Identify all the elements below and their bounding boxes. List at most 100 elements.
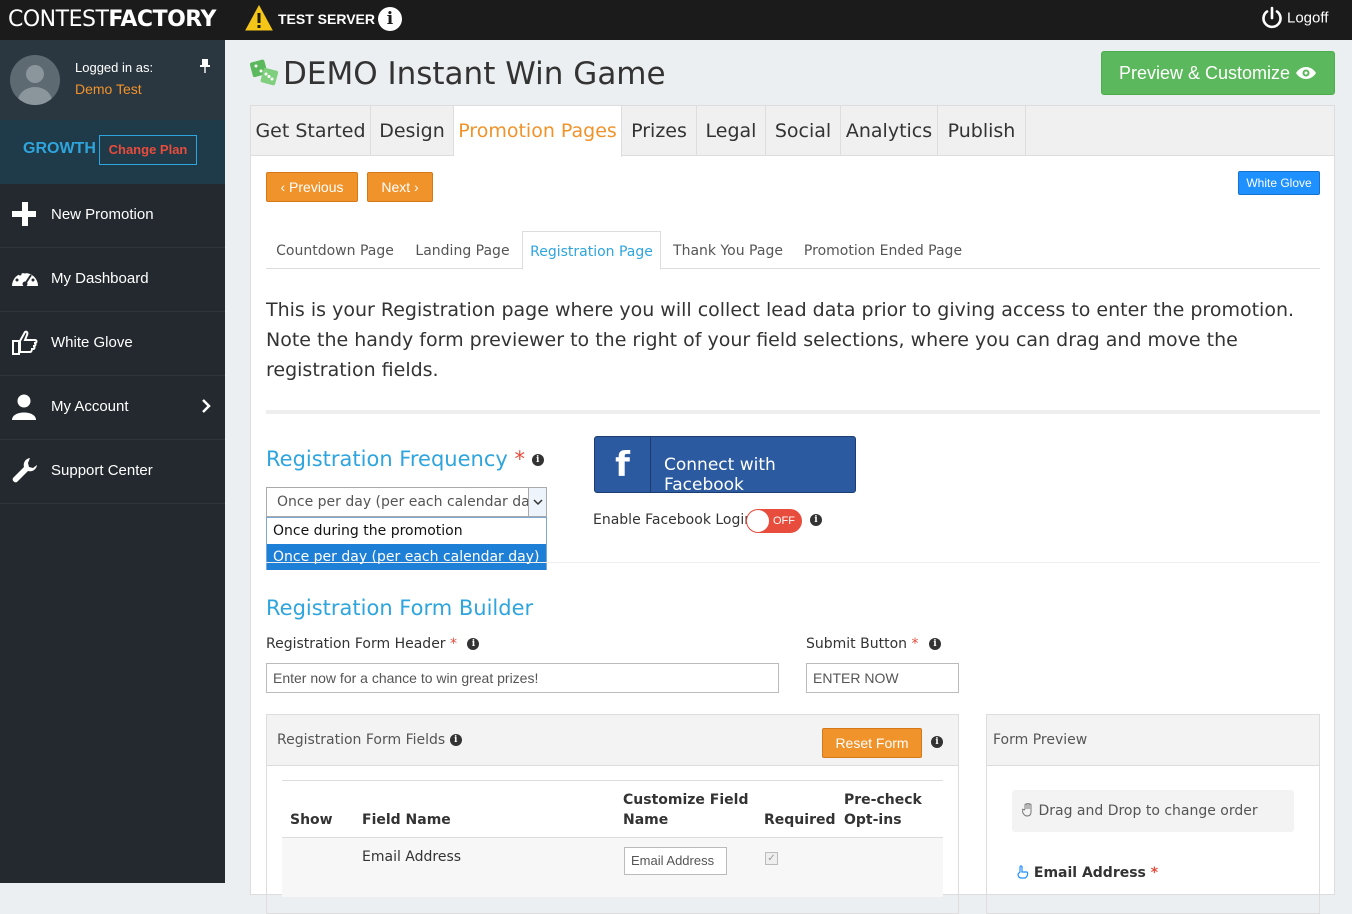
logoff-label: Logoff xyxy=(1287,9,1329,27)
intro-text: This is your Registration page where you… xyxy=(266,299,1295,381)
form-header-label: Registration Form Header * i xyxy=(266,636,480,652)
subtab-countdown-page[interactable]: Countdown Page xyxy=(266,231,404,269)
warning-icon xyxy=(245,5,273,31)
info-icon[interactable]: i xyxy=(378,7,402,31)
main-tabs: Get Started Design Promotion Pages Prize… xyxy=(251,106,1334,157)
column-header-required: Required xyxy=(764,812,836,828)
field-name-cell: Email Address xyxy=(362,849,462,865)
custom-field-name-input[interactable]: Email Address xyxy=(624,847,727,875)
power-icon xyxy=(1262,6,1282,29)
user-box: Logged in as: Demo Test xyxy=(0,40,225,120)
form-builder-title: Registration Form Builder xyxy=(266,596,534,620)
change-plan-button[interactable]: Change Plan xyxy=(99,135,197,165)
sidebar-item-label: My Account xyxy=(51,398,129,415)
connect-facebook-button[interactable]: f Connect with Facebook xyxy=(594,436,856,495)
subtab-promotion-ended-page[interactable]: Promotion Ended Page xyxy=(793,231,973,269)
tab-prizes[interactable]: Prizes xyxy=(622,106,697,156)
tab-social[interactable]: Social xyxy=(766,106,841,156)
submit-button-input[interactable]: ENTER NOW xyxy=(806,663,959,693)
sidebar-item-support-center[interactable]: Support Center xyxy=(0,440,225,504)
required-mark: * xyxy=(514,447,526,471)
next-button[interactable]: Next › xyxy=(367,172,433,202)
sidebar-item-label: My Dashboard xyxy=(51,270,149,287)
subtab-landing-page[interactable]: Landing Page xyxy=(404,231,521,269)
tab-promotion-pages[interactable]: Promotion Pages xyxy=(454,106,622,157)
registration-fields-panel: Registration Form Fields i Reset Form i … xyxy=(266,714,959,914)
sidebar: Logged in as: Demo Test GROWTH Change Pl… xyxy=(0,40,225,883)
hand-icon xyxy=(1021,802,1032,817)
registration-frequency-select[interactable]: Once per day (per each calendar day) xyxy=(266,487,547,517)
preview-customize-button[interactable]: Preview & Customize xyxy=(1101,51,1335,95)
page-title: DEMO Instant Win Game xyxy=(283,56,666,92)
subtab-registration-page[interactable]: Registration Page xyxy=(522,231,661,270)
registration-frequency-title: Registration Frequency * i xyxy=(266,447,544,471)
info-icon[interactable]: i xyxy=(449,734,462,746)
select-value: Once per day (per each calendar day) xyxy=(277,494,544,510)
reset-form-button[interactable]: Reset Form xyxy=(822,728,922,758)
info-icon[interactable]: i xyxy=(467,638,480,650)
divider xyxy=(282,780,943,781)
tab-get-started[interactable]: Get Started xyxy=(251,106,371,156)
facebook-icon: f xyxy=(595,437,651,492)
dropdown-option-selected[interactable]: Once per day (per each calendar day) xyxy=(267,544,546,570)
main-panel: Get Started Design Promotion Pages Prize… xyxy=(250,105,1335,914)
sidebar-item-label: White Glove xyxy=(51,334,133,351)
sidebar-item-my-account[interactable]: My Account xyxy=(0,376,225,440)
tab-analytics[interactable]: Analytics xyxy=(841,106,938,156)
white-glove-button[interactable]: White Glove xyxy=(1238,171,1320,195)
table-row: Email Address Email Address ✓ xyxy=(282,837,943,897)
enable-facebook-login-label: Enable Facebook Login xyxy=(593,512,754,528)
wrench-icon xyxy=(12,458,37,483)
toggle-knob xyxy=(747,510,769,532)
dashboard-icon xyxy=(12,270,38,287)
preview-email-field[interactable]: Email Address * xyxy=(1017,865,1158,881)
logged-in-label: Logged in as: xyxy=(75,60,154,75)
info-icon[interactable]: i xyxy=(928,638,941,650)
tab-legal[interactable]: Legal xyxy=(697,106,766,156)
divider xyxy=(266,562,1320,563)
info-icon[interactable]: i xyxy=(531,454,544,466)
fields-panel-title: Registration Form Fields i xyxy=(277,732,462,748)
column-header-field-name: Field Name xyxy=(362,812,451,828)
preview-customize-label: Preview & Customize xyxy=(1118,63,1291,83)
facebook-login-toggle[interactable]: OFF xyxy=(746,509,802,533)
info-icon[interactable]: i xyxy=(810,514,822,526)
top-bar: CONTESTFACTORY TEST SERVER i Logoff xyxy=(0,0,1352,40)
fields-panel-header: Registration Form Fields i Reset Form i xyxy=(267,715,958,766)
drag-drop-hint: Drag and Drop to change order xyxy=(1012,790,1294,832)
column-header-customize: Customize Field Name xyxy=(623,792,749,828)
logoff-button[interactable]: Logoff xyxy=(1260,6,1328,30)
avatar xyxy=(10,55,60,105)
hand-pointer-icon xyxy=(12,330,38,355)
tab-design[interactable]: Design xyxy=(371,106,454,156)
info-icon[interactable]: i xyxy=(931,736,943,748)
dice-icon xyxy=(250,59,279,86)
subtab-thank-you-page[interactable]: Thank You Page xyxy=(664,231,792,269)
form-header-input[interactable]: Enter now for a chance to win great priz… xyxy=(266,663,779,693)
plus-icon xyxy=(12,202,36,226)
dropdown-option[interactable]: Once during the promotion xyxy=(267,518,546,544)
username[interactable]: Demo Test xyxy=(75,81,142,97)
pin-icon[interactable] xyxy=(198,58,212,74)
toggle-state: OFF xyxy=(773,515,795,527)
page-subtabs: Countdown Page Landing Page Registration… xyxy=(266,231,1320,270)
submit-button-label: Submit Button * i xyxy=(806,636,941,652)
test-server-label: TEST SERVER xyxy=(278,11,375,27)
column-header-show: Show xyxy=(290,812,333,828)
sidebar-item-label: Support Center xyxy=(51,462,153,479)
sidebar-item-my-dashboard[interactable]: My Dashboard xyxy=(0,248,225,312)
required-checkbox[interactable]: ✓ xyxy=(765,852,778,865)
plan-box: GROWTH Change Plan xyxy=(0,120,225,184)
previous-button[interactable]: ‹ Previous xyxy=(266,172,358,202)
sidebar-item-new-promotion[interactable]: New Promotion xyxy=(0,184,225,248)
preview-panel-header: Form Preview xyxy=(987,715,1319,766)
sidebar-item-white-glove[interactable]: White Glove xyxy=(0,312,225,376)
sidebar-item-label: New Promotion xyxy=(51,206,154,223)
chevron-down-icon[interactable] xyxy=(528,488,546,516)
drag-drop-label: Drag and Drop to change order xyxy=(1038,803,1258,819)
plan-name: GROWTH xyxy=(23,140,96,157)
tab-publish[interactable]: Publish xyxy=(938,106,1026,156)
user-icon xyxy=(12,394,36,420)
chevron-right-icon xyxy=(202,399,211,413)
app-logo[interactable]: CONTESTFACTORY xyxy=(8,7,216,32)
